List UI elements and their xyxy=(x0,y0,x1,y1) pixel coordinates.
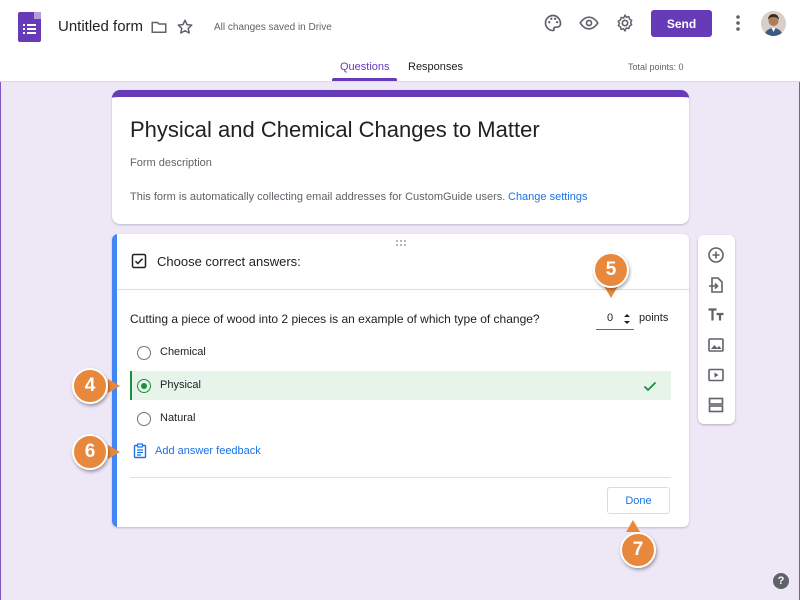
answer-key-heading: Choose correct answers: xyxy=(157,254,301,269)
palette-icon[interactable] xyxy=(543,13,563,33)
callout-badge-5: 5 xyxy=(593,252,629,288)
radio-button[interactable] xyxy=(137,346,151,360)
form-heading[interactable]: Physical and Chemical Changes to Matter xyxy=(130,117,540,143)
folder-icon[interactable] xyxy=(150,18,168,36)
callout-pointer xyxy=(108,445,120,459)
radio-button-selected[interactable] xyxy=(137,379,151,393)
settings-gear-icon[interactable] xyxy=(615,13,635,33)
drag-handle-icon[interactable] xyxy=(395,239,407,247)
floating-toolbar xyxy=(698,235,735,424)
form-title-card: Physical and Chemical Changes to Matter … xyxy=(112,90,689,224)
active-tab-indicator xyxy=(332,78,397,81)
help-icon[interactable]: ? xyxy=(773,573,789,589)
add-question-icon[interactable] xyxy=(707,246,725,264)
forms-app-icon[interactable] xyxy=(18,12,41,42)
answer-key-checkbox-icon xyxy=(131,253,147,269)
app-header: Untitled form All changes saved in Drive… xyxy=(0,0,800,82)
stepper-arrows-icon[interactable] xyxy=(622,312,632,326)
callout-badge-4: 4 xyxy=(72,368,108,404)
add-image-icon[interactable] xyxy=(707,336,725,354)
callout-pointer xyxy=(108,379,120,393)
option-label: Chemical xyxy=(160,346,206,358)
tab-questions[interactable]: Questions xyxy=(340,61,390,73)
save-status: All changes saved in Drive xyxy=(214,22,332,33)
avatar[interactable] xyxy=(761,11,786,36)
radio-button[interactable] xyxy=(137,412,151,426)
callout-pointer xyxy=(626,520,640,532)
answer-option-physical[interactable]: Physical xyxy=(130,371,671,400)
callout-badge-6: 6 xyxy=(72,434,108,470)
send-button[interactable]: Send xyxy=(651,10,712,37)
email-collection-note: This form is automatically collecting em… xyxy=(130,191,506,203)
question-text: Cutting a piece of wood into 2 pieces is… xyxy=(130,312,540,326)
divider xyxy=(130,477,671,478)
option-label: Natural xyxy=(160,412,196,424)
import-questions-icon[interactable] xyxy=(707,276,725,294)
preview-eye-icon[interactable] xyxy=(579,13,599,33)
total-points: Total points: 0 xyxy=(628,62,684,72)
correct-check-icon xyxy=(643,381,657,392)
answer-option-natural[interactable]: Natural xyxy=(130,404,671,433)
tab-responses[interactable]: Responses xyxy=(408,61,463,73)
answer-option-chemical[interactable]: Chemical xyxy=(130,338,671,367)
points-stepper[interactable]: 0 xyxy=(596,310,634,330)
form-description-field[interactable]: Form description xyxy=(130,157,212,169)
add-feedback-link[interactable]: Add answer feedback xyxy=(155,445,261,457)
more-vert-icon[interactable] xyxy=(735,14,741,32)
add-title-icon[interactable] xyxy=(707,306,725,324)
points-label: points xyxy=(639,312,669,324)
option-label: Physical xyxy=(160,379,201,391)
star-icon[interactable] xyxy=(176,18,194,36)
points-value[interactable]: 0 xyxy=(607,312,613,324)
add-section-icon[interactable] xyxy=(707,396,725,414)
window-frame-left xyxy=(0,0,1,600)
form-title[interactable]: Untitled form xyxy=(58,18,143,35)
done-button[interactable]: Done xyxy=(607,487,670,514)
callout-badge-7: 7 xyxy=(620,532,656,568)
add-video-icon[interactable] xyxy=(707,366,725,384)
feedback-clipboard-icon[interactable] xyxy=(132,443,148,459)
change-settings-link[interactable]: Change settings xyxy=(508,191,588,203)
